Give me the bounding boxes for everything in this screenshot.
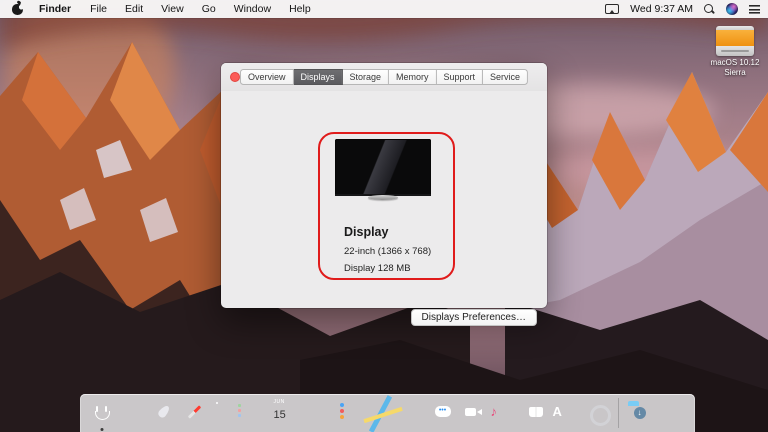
dock-item-mail[interactable]	[212, 398, 240, 426]
spotlight-search-icon[interactable]	[704, 4, 715, 15]
dock-item-messages[interactable]: •••	[429, 398, 457, 426]
menu-bar-status-area: Wed 9:37 AM	[605, 3, 760, 15]
dock-item-notes[interactable]	[305, 398, 333, 426]
desktop-volume-macos-sierra[interactable]: macOS 10.12 Sierra	[709, 26, 761, 77]
siri-icon[interactable]	[726, 3, 738, 15]
dock-item-contacts[interactable]	[243, 398, 271, 426]
menu-item-window[interactable]: Window	[225, 3, 280, 15]
dock-item-reminders[interactable]	[336, 398, 364, 426]
tab-storage[interactable]: Storage	[342, 69, 389, 85]
dock-item-downloads[interactable]: ↓	[626, 398, 654, 426]
menu-item-go[interactable]: Go	[193, 3, 225, 15]
dock-item-calendar[interactable]: JUN15	[274, 398, 302, 426]
dock-item-siri[interactable]	[119, 398, 147, 426]
window-body: Display 22-inch (1366 x 768) Display 128…	[221, 91, 547, 308]
displays-preferences-button[interactable]: Displays Preferences…	[411, 309, 537, 326]
close-button[interactable]	[230, 72, 240, 82]
notification-center-icon[interactable]	[749, 4, 760, 14]
macos-desktop: FinderFileEditViewGoWindowHelp Wed 9:37 …	[0, 0, 768, 432]
display-mirroring-icon[interactable]	[605, 4, 619, 14]
messages-glyph: •••	[435, 406, 451, 417]
dock-item-launchpad[interactable]	[150, 398, 178, 426]
tab-memory[interactable]: Memory	[389, 69, 437, 85]
dock-item-finder[interactable]	[88, 398, 116, 426]
menu-item-file[interactable]: File	[81, 3, 116, 15]
tab-support[interactable]: Support	[437, 69, 484, 85]
menu-item-edit[interactable]: Edit	[116, 3, 152, 15]
menu-bar: FinderFileEditViewGoWindowHelp Wed 9:37 …	[0, 0, 768, 18]
dock-item-maps[interactable]	[367, 398, 395, 426]
dock: JUN15 ••• ♪ A ↓	[80, 394, 695, 432]
dock-item-sysprefs[interactable]	[584, 398, 612, 426]
menu-item-finder[interactable]: Finder	[29, 3, 81, 15]
dock-divider	[618, 398, 619, 428]
external-drive-icon	[716, 26, 754, 56]
tab-overview[interactable]: Overview	[240, 69, 294, 85]
dock-item-facetime[interactable]	[460, 398, 488, 426]
apple-menu-icon[interactable]	[12, 4, 23, 15]
dock-item-ibooks[interactable]	[522, 398, 550, 426]
desktop-volume-label: macOS 10.12 Sierra	[709, 58, 761, 77]
downloads-glyph: ↓	[634, 407, 646, 419]
about-this-mac-window: OverviewDisplaysStorageMemorySupportServ…	[221, 63, 547, 308]
dock-item-photos[interactable]	[398, 398, 426, 426]
tab-displays[interactable]: Displays	[293, 69, 342, 85]
menu-item-view[interactable]: View	[152, 3, 193, 15]
window-titlebar[interactable]: OverviewDisplaysStorageMemorySupportServ…	[221, 63, 547, 91]
annotation-highlight	[318, 132, 455, 280]
dock-item-trash[interactable]	[657, 398, 685, 426]
menu-items: FinderFileEditViewGoWindowHelp	[29, 0, 320, 18]
tab-strip: OverviewDisplaysStorageMemorySupportServ…	[240, 69, 528, 85]
menu-bar-clock[interactable]: Wed 9:37 AM	[630, 3, 693, 15]
dock-item-appstore[interactable]: A	[553, 398, 581, 426]
dock-item-safari[interactable]	[181, 398, 209, 426]
tab-service[interactable]: Service	[483, 69, 528, 85]
menu-item-help[interactable]: Help	[280, 3, 320, 15]
dock-item-itunes[interactable]: ♪	[491, 398, 519, 426]
